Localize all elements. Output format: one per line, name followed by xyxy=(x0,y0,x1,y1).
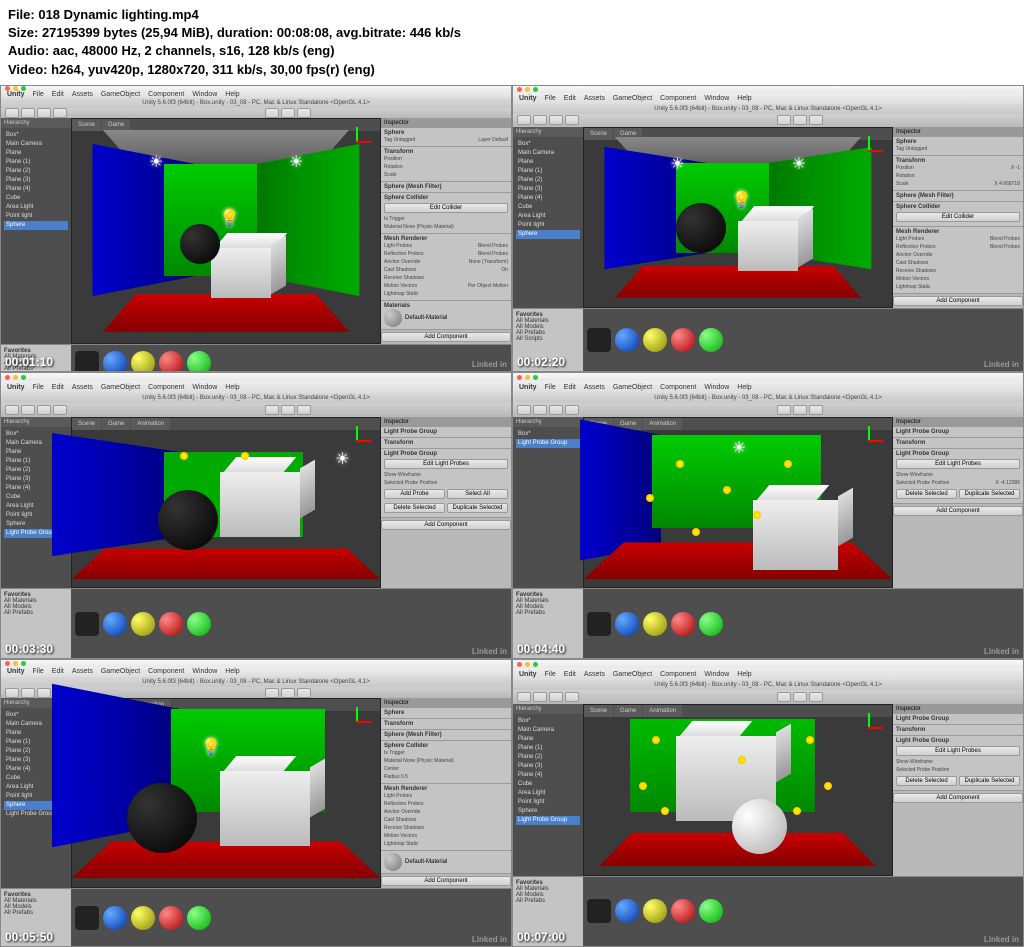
scale-tool[interactable] xyxy=(53,108,67,118)
meta-video: Video: h264, yuv420p, 1280x720, 311 kb/s… xyxy=(8,61,1016,79)
hierarchy-sphere-sel[interactable]: Sphere xyxy=(4,221,68,230)
thumbnail-grid: 00:01:10 Unity FileEditAssetsGameObjectC… xyxy=(0,85,1024,947)
timestamp-3: 00:03:30 xyxy=(5,642,53,656)
timestamp-2: 00:02:20 xyxy=(517,355,565,369)
watermark: Linked in xyxy=(472,360,507,369)
inspector-panel[interactable]: Inspector SphereTag UntaggedLayer Defaul… xyxy=(381,118,511,344)
hand-tool[interactable] xyxy=(5,108,19,118)
menu-bar[interactable]: Unity FileEditAssetsGameObjectComponentW… xyxy=(1,91,511,98)
light-icon[interactable]: ☀ xyxy=(289,152,303,166)
thumb-4: 00:04:40 UnityFileEditAssetsGameObjectCo… xyxy=(512,372,1024,659)
asset-red[interactable]: mat_Red xyxy=(159,351,183,372)
timestamp-1: 00:01:10 xyxy=(5,355,53,369)
edit-collider-button[interactable]: Edit Collider xyxy=(384,203,508,213)
hierarchy-header: Hierarchy xyxy=(1,118,71,128)
light-icon[interactable]: 💡 xyxy=(220,208,234,222)
meta-file: File: 018 Dynamic lighting.mp4 xyxy=(8,6,1016,24)
meta-audio: Audio: aac, 48000 Hz, 2 channels, s16, 1… xyxy=(8,42,1016,60)
toolbar[interactable] xyxy=(1,108,511,118)
thumb-5: 00:05:50 UnityFileEditAssetsGameObjectCo… xyxy=(0,659,512,946)
rotate-tool[interactable] xyxy=(37,108,51,118)
light-icon[interactable]: ☀ xyxy=(149,152,163,166)
step-button[interactable] xyxy=(297,108,311,118)
file-metadata: File: 018 Dynamic lighting.mp4 Size: 271… xyxy=(0,0,1024,85)
pause-button[interactable] xyxy=(281,108,295,118)
meta-size: Size: 27195399 bytes (25,94 MiB), durati… xyxy=(8,24,1016,42)
view-gizmo[interactable] xyxy=(342,127,372,157)
timestamp-4: 00:04:40 xyxy=(517,642,565,656)
window-title: Unity 5.6.0f3 (64bit) - Box.unity - 03_0… xyxy=(1,98,511,108)
scene-cube[interactable] xyxy=(211,248,271,298)
thumb-6: 00:07:00 UnityFileEditAssetsGameObjectCo… xyxy=(512,659,1024,946)
hierarchy-panel[interactable]: Box* Main Camera Plane Plane (1) Plane (… xyxy=(1,128,71,344)
hierarchy-root[interactable]: Box* xyxy=(4,131,68,140)
timestamp-5: 00:05:50 xyxy=(5,930,53,944)
scene-viewport[interactable]: SceneGame ☀ ☀ 💡 xyxy=(71,118,381,344)
asset-scene[interactable]: Box xyxy=(75,351,99,372)
move-tool[interactable] xyxy=(21,108,35,118)
material-preview[interactable] xyxy=(384,309,402,327)
asset-yellow[interactable]: mat_Green_1 xyxy=(131,351,155,372)
scene-sphere[interactable] xyxy=(180,224,220,264)
thumb-3: 00:03:30 UnityFileEditAssetsGameObjectCo… xyxy=(0,372,512,659)
timestamp-6: 00:07:00 xyxy=(517,930,565,944)
thumb-2: 00:02:20 UnityFileEditAssetsGameObjectCo… xyxy=(512,85,1024,372)
assets-panel[interactable]: Box mat_Blue mat_Green_1 mat_Red mat_Yel… xyxy=(71,345,511,372)
thumb-1: 00:01:10 Unity FileEditAssetsGameObjectC… xyxy=(0,85,512,372)
asset-green[interactable]: mat_Yellow xyxy=(187,351,211,372)
asset-blue[interactable]: mat_Blue xyxy=(103,351,127,372)
edit-light-probes-button[interactable]: Edit Light Probes xyxy=(384,459,508,469)
add-component-button[interactable]: Add Component xyxy=(381,332,511,342)
play-button[interactable] xyxy=(265,108,279,118)
